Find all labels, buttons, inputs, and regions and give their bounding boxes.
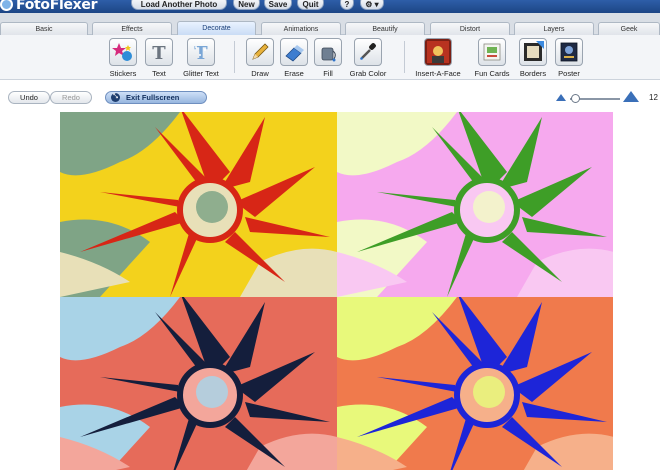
fun-cards-label: Fun Cards (474, 69, 510, 78)
logo-icon (0, 0, 13, 11)
redo-button[interactable]: Redo (50, 91, 92, 104)
tool-separator (404, 41, 405, 73)
pencil-icon (246, 38, 274, 66)
undo-button[interactable]: Undo (8, 91, 50, 104)
pop-art-quadrant (337, 112, 613, 297)
cards-icon (478, 38, 506, 66)
flower-core (196, 376, 228, 408)
tab-animations[interactable]: Animations (261, 22, 341, 35)
glitter-text-icon: T (187, 38, 215, 66)
pop-art-quadrant (60, 112, 337, 297)
grab-color-label: Grab Color (349, 69, 387, 78)
fill-tool[interactable]: Fill (307, 38, 349, 80)
zoom-value: 12 (649, 93, 658, 102)
tool-row: Stickers T Text T Glitter Text Draw Eras… (0, 35, 660, 80)
load-another-photo-button[interactable]: Load Another Photo (131, 0, 227, 10)
eyedropper-icon (354, 38, 382, 66)
save-button[interactable]: Save (264, 0, 292, 10)
poster-tool[interactable]: Poster (548, 38, 590, 80)
tab-bar: Basic Effects Decorate Animations Beauti… (0, 13, 660, 35)
erase-label: Erase (284, 69, 304, 78)
new-button[interactable]: New (233, 0, 260, 10)
flower-core (473, 191, 505, 223)
top-bar: FotoFlexer Load Another Photo New Save Q… (0, 0, 660, 13)
fill-label: Fill (323, 69, 333, 78)
glitter-text-tool[interactable]: T Glitter Text (180, 38, 222, 80)
flower-core (473, 376, 505, 408)
help-button[interactable]: ? (340, 0, 354, 10)
zoom-slider-thumb[interactable] (571, 94, 580, 103)
text-label: Text (152, 69, 166, 78)
tool-separator (234, 41, 235, 73)
pop-art-quadrant (60, 297, 337, 470)
fun-cards-tool[interactable]: Fun Cards (471, 38, 513, 80)
poster-label: Poster (558, 69, 580, 78)
text-icon: T (145, 38, 173, 66)
draw-label: Draw (251, 69, 269, 78)
borders-icon (519, 38, 547, 66)
svg-text:T: T (194, 43, 208, 63)
text-tool[interactable]: T Text (138, 38, 180, 80)
insert-a-face-label: Insert-A-Face (415, 69, 461, 78)
zoom-out-icon[interactable] (556, 93, 566, 101)
insert-a-face-tool[interactable]: Insert-A-Face (415, 38, 461, 80)
stickers-label: Stickers (109, 69, 137, 78)
settings-button[interactable]: ⚙ ▾ (360, 0, 384, 10)
app-logo: FotoFlexer (0, 0, 98, 13)
flower-core (196, 191, 228, 223)
face-icon (424, 38, 452, 66)
eraser-icon (280, 38, 308, 66)
quit-button[interactable]: Quit (297, 0, 324, 10)
tab-distort[interactable]: Distort (430, 22, 510, 35)
tab-layers[interactable]: Layers (514, 22, 594, 35)
borders-label: Borders (519, 69, 547, 78)
glitter-text-label: Glitter Text (183, 69, 219, 78)
svg-text:T: T (152, 43, 166, 63)
tab-effects[interactable]: Effects (92, 22, 172, 35)
exit-fullscreen-label: Exit Fullscreen (126, 93, 180, 102)
photo-canvas[interactable] (60, 112, 613, 470)
tab-decorate[interactable]: Decorate (177, 21, 256, 35)
tab-geek[interactable]: Geek (598, 22, 660, 35)
grab-color-tool[interactable]: Grab Color (347, 38, 389, 80)
tab-basic[interactable]: Basic (0, 22, 88, 35)
exit-fullscreen-icon: ⤡ (111, 93, 120, 102)
exit-fullscreen-button[interactable]: ⤡ Exit Fullscreen (105, 91, 207, 104)
stickers-icon (109, 38, 137, 66)
paint-bucket-icon (314, 38, 342, 66)
poster-icon (555, 38, 583, 66)
pop-art-quadrant (337, 297, 613, 470)
tab-beautify[interactable]: Beautify (345, 22, 425, 35)
logo-text: FotoFlexer (16, 0, 98, 13)
zoom-in-icon[interactable] (623, 90, 639, 102)
